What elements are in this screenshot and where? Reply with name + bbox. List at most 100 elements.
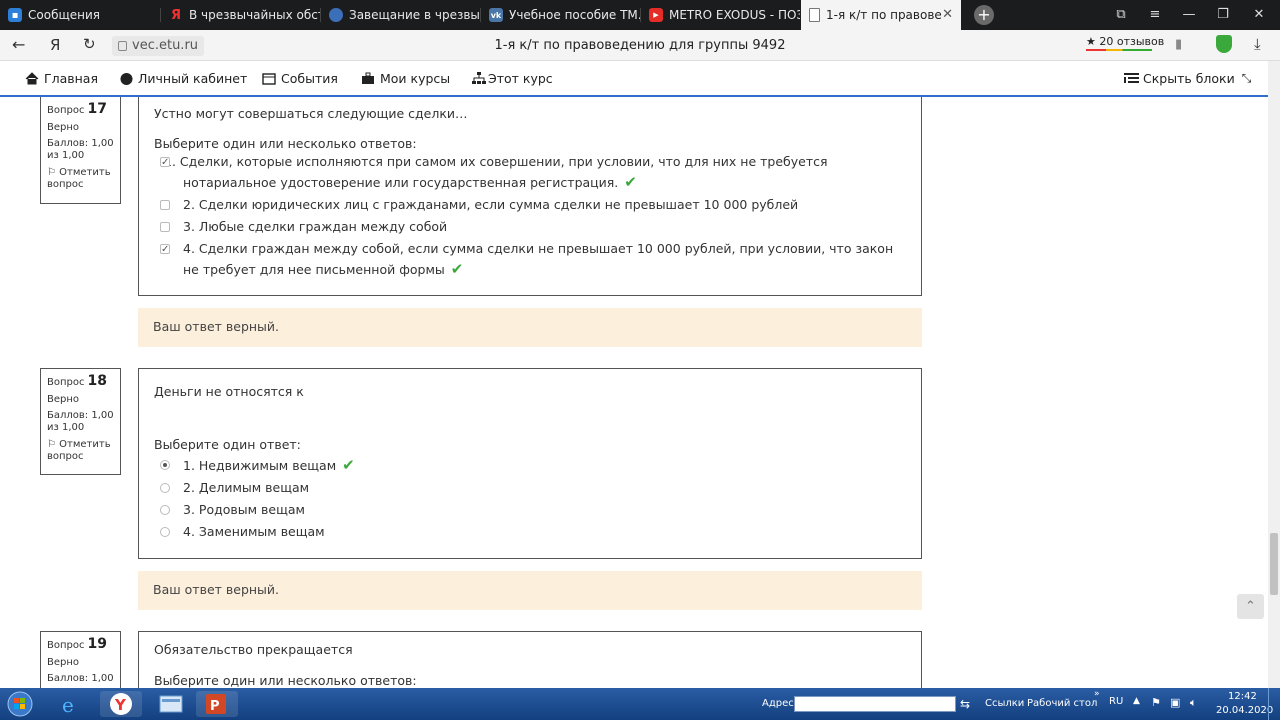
question-status: Верно [47,122,80,133]
checkbox-checked[interactable] [160,153,170,173]
tab-active-quiz[interactable]: 1-я к/т по правоведени ✕ [801,0,961,30]
svg-text:P: P [210,699,220,714]
url-field[interactable]: vec.etu.ru [112,36,205,56]
question-label: Вопрос [47,377,85,388]
explorer-icon[interactable] [150,691,192,717]
chat-icon: ▪ [8,8,22,22]
answer-prompt: Выберите один ответ: [154,437,301,452]
question-number: 18 [87,373,107,389]
tab-messages[interactable]: ▪ Сообщения [0,0,160,30]
answer-option[interactable]: 1. Сделки, которые исполняются при самом… [154,152,906,193]
network-icon[interactable]: ▣ [1170,696,1180,709]
restore-icon[interactable]: ❐ [1206,0,1240,30]
clock-date[interactable]: 20.04.2020 [1216,705,1273,716]
page-scrollbar[interactable] [1268,61,1280,688]
nav-cabinet[interactable]: Личный кабинет [119,71,247,86]
clock-time[interactable]: 12:42 [1228,691,1257,702]
question-info-18: Вопрос 18 Верно Баллов: 1,00 из 1,00 ⚐ От… [40,368,121,475]
browser-tab-bar: ▪ Сообщения Я В чрезвычайных обстоятел З… [0,0,1280,30]
yandex-icon: Я [170,7,181,23]
collapse-arrows-icon[interactable]: ⤡ [1242,71,1252,86]
rating-bar [1086,49,1152,51]
yandex-browser-taskbar-icon[interactable]: Y [100,691,142,717]
action-center-flag-icon[interactable]: ⚑ [1151,696,1161,709]
question-box-17: Устно могут совершаться следующие сделки… [138,97,922,296]
correct-check-icon: ✔ [450,260,464,278]
nav-home[interactable]: Главная [25,71,98,86]
tab-youtube[interactable]: ▶ METRO EXODUS - ПОЗОР [641,0,800,30]
scrollbar-thumb[interactable] [1270,533,1278,595]
tab-pdf[interactable]: vk Учебное пособие ТМ.pdf [481,0,640,30]
menu-icon[interactable]: ≡ [1138,0,1172,30]
answer-option[interactable]: 4. Заменимым вещам [154,522,906,542]
close-window-icon[interactable]: ✕ [1242,0,1276,30]
yandex-logo-icon[interactable]: Я [50,36,60,54]
question-info-17: Вопрос 17 Верно Баллов: 1,00 из 1,00 ⚐ От… [40,97,121,204]
answer-option[interactable]: 3. Родовым вещам [154,500,906,520]
question-status: Верно [47,394,80,405]
flag-question[interactable]: ⚐ Отметить вопрос [47,439,114,463]
answer-text: 4. Сделки граждан между собой, если сумм… [183,241,894,277]
nav-label: Главная [44,71,98,86]
tab-will[interactable]: Завещание в чрезвычайн [321,0,480,30]
answer-text: 2. Сделки юридических лиц с гражданами, … [183,197,799,212]
desktop-toolbar[interactable]: Рабочий стол [1027,698,1097,709]
tab-title: В чрезвычайных обстоятел [189,8,320,22]
chevron-icon[interactable]: » [1094,689,1100,699]
reload-icon[interactable]: ↻ [83,35,96,53]
question-number: 17 [87,101,107,117]
sitemap-icon [472,72,486,85]
hide-blocks-button[interactable]: Скрыть блоки ⤡ [1124,71,1251,86]
links-toolbar[interactable]: Ссылки [985,698,1024,709]
go-arrow-icon[interactable]: ⇆ [960,697,970,711]
taskbar-address-input[interactable] [794,696,956,712]
radio-unselected[interactable] [160,505,170,515]
answer-option[interactable]: 3. Любые сделки граждан между собой [154,217,906,237]
answer-option[interactable]: 2. Делимым вещам [154,478,906,498]
nav-label: Скрыть блоки [1143,71,1235,86]
question-label: Вопрос [47,105,85,116]
volume-icon[interactable]: 🔈︎ [1190,696,1197,710]
globe-icon [329,8,343,22]
radio-unselected[interactable] [160,483,170,493]
checkbox-unchecked[interactable] [160,222,170,232]
download-icon[interactable]: ⤓ [1254,35,1261,53]
flag-icon: ⚐ [47,439,56,450]
nav-my-courses[interactable]: Мои курсы [361,71,450,86]
checkbox-unchecked[interactable] [160,200,170,210]
bookmark-icon[interactable]: ▮ [1175,37,1182,52]
back-arrow-icon[interactable]: ← [12,35,25,54]
powerpoint-icon[interactable]: P [196,691,238,717]
list-icon [1124,72,1139,85]
question-text: Обязательство прекращается [154,642,353,657]
windows-taskbar: e Y P Адрес ⇆ Ссылки Рабочий стол » RU ▲… [0,688,1280,720]
flag-question[interactable]: ⚐ Отметить вопрос [47,167,114,191]
home-icon [25,72,39,85]
tab-news[interactable]: Я В чрезвычайных обстоятел [161,0,320,30]
nav-events[interactable]: События [262,71,338,86]
flag-icon: ⚐ [47,167,56,178]
language-indicator[interactable]: RU [1109,696,1123,707]
question-label: Вопрос [47,640,85,651]
show-desktop-button[interactable] [1268,688,1280,720]
scroll-to-top-button[interactable]: ⌃ [1237,594,1264,619]
reviews-badge[interactable]: ★ 20 отзывов [1086,35,1164,51]
checkbox-checked[interactable] [160,240,170,260]
answer-option[interactable]: 1. Недвижимым вещам ✔ [154,455,906,476]
tab-manager-icon[interactable]: ⧉ [1104,0,1138,30]
nav-this-course[interactable]: Этот курс [472,71,553,86]
nav-label: Этот курс [488,71,553,86]
answer-option[interactable]: 2. Сделки юридических лиц с гражданами, … [154,195,906,215]
radio-selected[interactable] [160,460,170,470]
close-tab-icon[interactable]: ✕ [942,7,953,22]
ie-icon[interactable]: e [50,691,92,717]
url-text: vec.etu.ru [132,38,199,53]
answer-option[interactable]: 4. Сделки граждан между собой, если сумм… [154,239,906,280]
new-tab-button[interactable]: + [974,5,994,25]
minimize-icon[interactable]: — [1172,0,1206,30]
chevron-up-icon[interactable]: ▲ [1133,696,1140,706]
radio-unselected[interactable] [160,527,170,537]
protect-shield-icon[interactable] [1216,35,1232,53]
start-button[interactable] [2,691,38,717]
tab-title: METRO EXODUS - ПОЗОР [669,8,800,22]
